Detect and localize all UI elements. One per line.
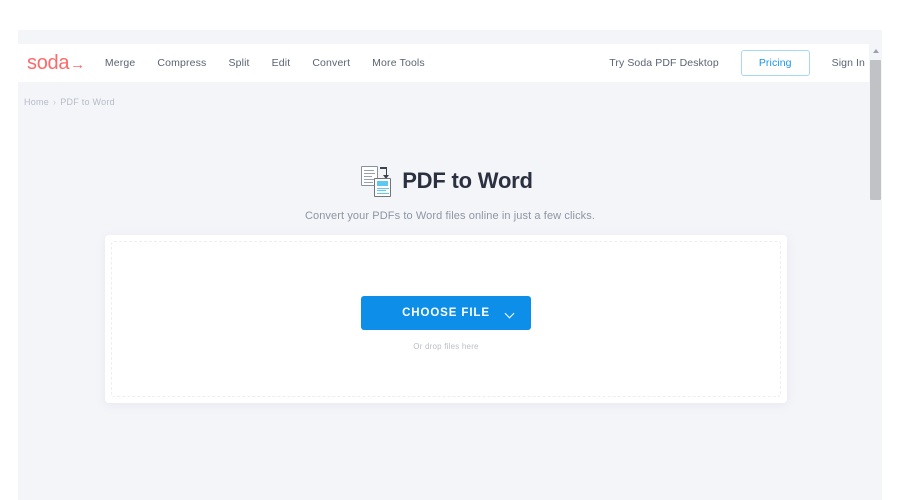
logo-text: soda	[27, 51, 70, 74]
pricing-button[interactable]: Pricing	[740, 50, 810, 76]
logo-arrow-icon: →	[70, 55, 85, 73]
nav-item-merge[interactable]: Merge	[105, 57, 136, 69]
word-document-icon	[374, 178, 392, 197]
vertical-scrollbar[interactable]	[869, 44, 882, 450]
hero-section: PDF to Word Convert your PDFs to Word fi…	[18, 165, 882, 222]
soda-pdf-logo[interactable]: soda →	[27, 52, 85, 75]
breadcrumb: Home › PDF to Word	[24, 97, 115, 107]
file-dropzone[interactable]: CHOOSE FILE Or drop files here	[111, 241, 781, 397]
choose-file-label: CHOOSE FILE	[402, 306, 490, 319]
nav-item-convert[interactable]: Convert	[312, 57, 350, 69]
choose-file-button[interactable]: CHOOSE FILE	[361, 295, 531, 330]
header-actions: Try Soda PDF Desktop Pricing Sign In	[609, 50, 865, 76]
nav-item-edit[interactable]: Edit	[272, 57, 291, 69]
chevron-down-icon[interactable]	[506, 310, 513, 317]
page-title: PDF to Word	[402, 168, 533, 193]
upload-card: CHOOSE FILE Or drop files here	[105, 235, 787, 403]
nav-item-compress[interactable]: Compress	[157, 57, 206, 69]
nav-item-split[interactable]: Split	[228, 57, 249, 69]
scroll-up-arrow-icon[interactable]	[869, 44, 882, 57]
main-navigation: Merge Compress Split Edit Convert More T…	[105, 57, 425, 69]
breadcrumb-home[interactable]: Home	[24, 97, 49, 107]
scrollbar-thumb[interactable]	[870, 60, 881, 200]
sign-in-link[interactable]: Sign In	[832, 57, 865, 69]
page-subtitle: Convert your PDFs to Word files online i…	[304, 210, 596, 222]
pdf-to-word-convert-icon	[361, 165, 393, 197]
browser-viewport: soda → Merge Compress Split Edit Convert …	[18, 30, 882, 500]
breadcrumb-current: PDF to Word	[60, 97, 115, 107]
try-soda-pdf-desktop-link[interactable]: Try Soda PDF Desktop	[609, 57, 719, 69]
drop-files-hint: Or drop files here	[413, 341, 479, 351]
nav-item-more-tools[interactable]: More Tools	[372, 57, 425, 69]
hero-title-row: PDF to Word	[18, 165, 882, 197]
site-header: soda → Merge Compress Split Edit Convert …	[18, 44, 882, 82]
breadcrumb-separator: ›	[53, 97, 57, 107]
